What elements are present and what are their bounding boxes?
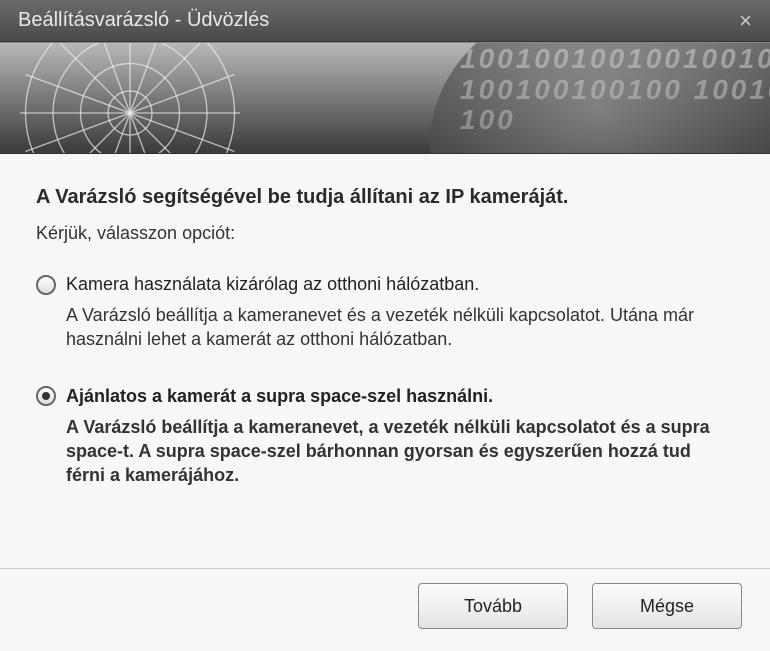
option-supra-space: Ajánlatos a kamerát a supra space-szel h… [36, 386, 734, 488]
radio-local-network[interactable] [36, 275, 56, 295]
option-local-network: Kamera használata kizárólag az otthoni h… [36, 274, 734, 352]
option-description: A Varázsló beállítja a kameranevet, a ve… [66, 415, 734, 488]
instruction: Kérjük, válasszon opciót: [36, 223, 734, 244]
banner [0, 42, 770, 154]
content-area: A Varázsló segítségével be tudja állítan… [0, 154, 770, 568]
option-label[interactable]: Ajánlatos a kamerát a supra space-szel h… [66, 386, 493, 407]
cancel-button[interactable]: Mégse [592, 583, 742, 629]
titlebar: Beállításvarázsló - Üdvözlés × [0, 0, 770, 42]
radio-supra-space[interactable] [36, 386, 56, 406]
headline: A Varázsló segítségével be tudja állítan… [36, 186, 734, 209]
close-icon[interactable]: × [733, 6, 758, 36]
radar-icon [20, 42, 240, 154]
buttonbar: Tovább Mégse [0, 568, 770, 651]
globe-icon [430, 42, 770, 154]
next-button[interactable]: Tovább [418, 583, 568, 629]
option-label[interactable]: Kamera használata kizárólag az otthoni h… [66, 274, 479, 295]
window-title: Beállításvarázsló - Üdvözlés [18, 9, 733, 32]
option-description: A Varázsló beállítja a kameranevet és a … [66, 303, 734, 352]
